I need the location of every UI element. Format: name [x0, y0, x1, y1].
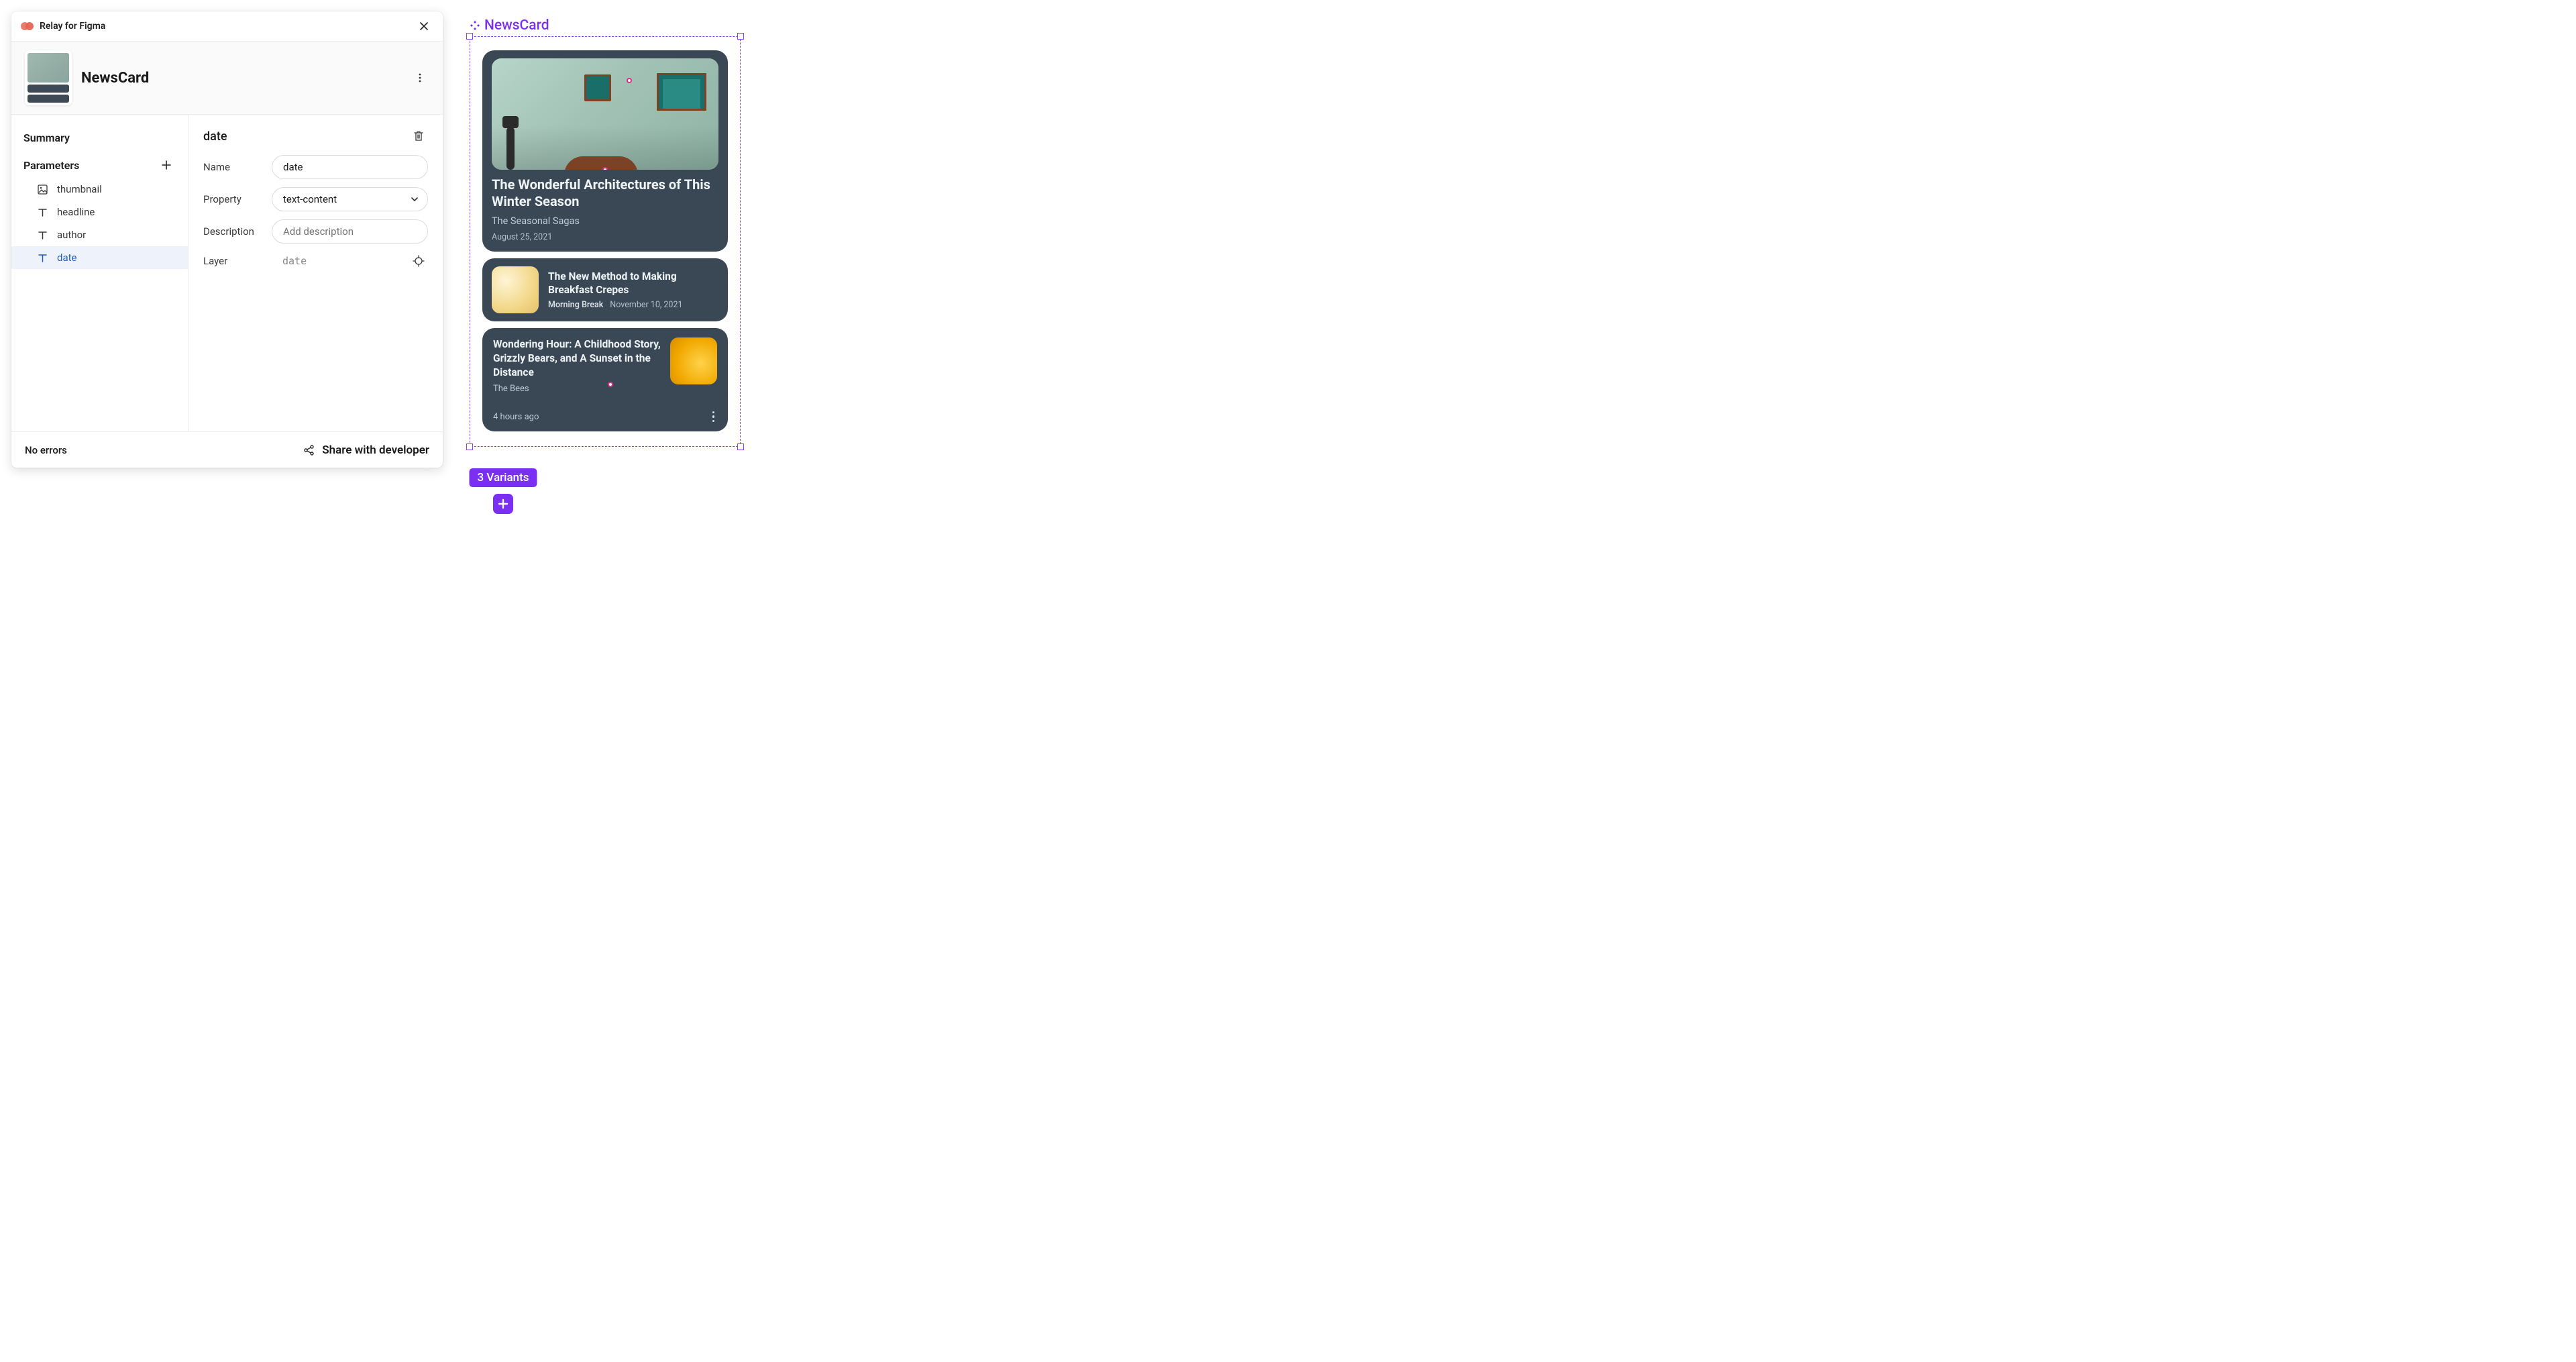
property-label: Property: [203, 193, 261, 205]
component-set-frame[interactable]: The Wonderful Architectures of This Wint…: [470, 36, 741, 447]
param-headline[interactable]: headline: [11, 201, 188, 223]
card-author: The Bees: [493, 384, 661, 394]
text-icon: [37, 207, 48, 217]
relay-logo-icon: [21, 21, 34, 31]
sidebar-summary-label: Summary: [23, 132, 70, 144]
share-with-developer-button[interactable]: Share with developer: [303, 443, 429, 457]
card-date: August 25, 2021: [492, 232, 718, 242]
component-name: NewsCard: [81, 70, 401, 87]
target-icon: [413, 255, 425, 267]
param-author[interactable]: author: [11, 223, 188, 246]
sidebar-parameters-label: Parameters: [23, 159, 79, 172]
param-label: author: [57, 229, 86, 241]
card-headline: The Wonderful Architectures of This Wint…: [492, 176, 718, 210]
field-description: Description: [203, 219, 428, 244]
description-label: Description: [203, 225, 261, 238]
param-date[interactable]: date: [11, 246, 188, 269]
variant-marker-icon: [627, 78, 632, 83]
selection-handle[interactable]: [466, 33, 473, 40]
component-set-icon: [470, 20, 480, 31]
component-set-name: NewsCard: [484, 17, 549, 34]
variants-count-badge: 3 Variants: [469, 468, 537, 487]
component-menu-button[interactable]: [411, 68, 429, 87]
figma-canvas: NewsCard The Wonderful Architectures of …: [470, 17, 741, 447]
close-plugin-button[interactable]: [415, 17, 433, 36]
card-overflow-button[interactable]: [710, 409, 718, 425]
relay-plugin-panel: Relay for Figma NewsCard Summary Paramet…: [11, 11, 443, 468]
sidebar-summary[interactable]: Summary: [11, 127, 188, 148]
param-thumbnail[interactable]: thumbnail: [11, 178, 188, 201]
add-parameter-button[interactable]: [157, 156, 176, 174]
card-author: The Seasonal Sagas: [492, 215, 718, 227]
panel-footer: No errors Share with developer: [11, 431, 443, 468]
field-name: Name: [203, 155, 428, 179]
description-input[interactable]: [272, 219, 428, 244]
close-icon: [419, 21, 429, 32]
sidebar-parameters-header: Parameters: [11, 152, 188, 178]
errors-status: No errors: [25, 444, 67, 456]
plus-icon: [161, 160, 172, 170]
text-icon: [37, 229, 48, 240]
add-variant-button[interactable]: [493, 494, 513, 514]
detail-title: date: [203, 129, 227, 144]
locate-layer-button[interactable]: [409, 252, 428, 270]
card-date: 4 hours ago: [493, 412, 539, 422]
newscard-hero-variant[interactable]: The Wonderful Architectures of This Wint…: [482, 50, 728, 252]
text-icon: [37, 252, 48, 263]
parameter-detail: date Name Property text-content Descript…: [189, 115, 443, 431]
component-header: NewsCard: [11, 41, 443, 115]
name-label: Name: [203, 161, 261, 173]
property-value: text-content: [283, 193, 337, 205]
layer-value: date: [272, 255, 398, 267]
field-layer: Layer date: [203, 252, 428, 270]
more-vert-icon: [415, 72, 425, 83]
selection-handle[interactable]: [737, 33, 744, 40]
share-label: Share with developer: [322, 443, 429, 457]
name-input[interactable]: [272, 155, 428, 179]
param-label: thumbnail: [57, 183, 102, 195]
card-headline: Wondering Hour: A Childhood Story, Grizz…: [493, 337, 661, 380]
sidebar: Summary Parameters thumbnail headline: [11, 115, 189, 431]
param-label: date: [57, 252, 76, 264]
delete-parameter-button[interactable]: [409, 127, 428, 146]
property-select[interactable]: text-content: [272, 187, 428, 211]
variant-marker-icon: [602, 167, 608, 170]
component-set-label[interactable]: NewsCard: [470, 17, 741, 34]
card-thumbnail: [670, 337, 717, 384]
param-label: headline: [57, 206, 95, 218]
component-thumbnail: [25, 50, 72, 105]
newscard-row-variant[interactable]: The New Method to Making Breakfast Crepe…: [482, 258, 728, 321]
card-thumbnail: [492, 266, 539, 313]
share-icon: [303, 444, 315, 456]
layer-label: Layer: [203, 255, 261, 267]
more-vert-icon: [712, 411, 715, 414]
panel-body: Summary Parameters thumbnail headline: [11, 115, 443, 431]
plugin-title: Relay for Figma: [40, 21, 105, 32]
field-property: Property text-content: [203, 187, 428, 211]
card-thumbnail: [492, 58, 718, 170]
plugin-titlebar: Relay for Figma: [11, 11, 443, 41]
card-date: November 10, 2021: [610, 300, 682, 310]
image-icon: [37, 184, 48, 195]
trash-icon: [413, 130, 425, 142]
variant-marker-icon: [608, 382, 613, 387]
selection-handle[interactable]: [737, 443, 744, 450]
selection-handle[interactable]: [466, 443, 473, 450]
chevron-down-icon: [410, 195, 419, 204]
newscard-column-variant[interactable]: Wondering Hour: A Childhood Story, Grizz…: [482, 328, 728, 431]
card-author: Morning Break: [548, 300, 603, 310]
plus-icon: [497, 498, 509, 510]
card-headline: The New Method to Making Breakfast Crepe…: [548, 270, 718, 297]
